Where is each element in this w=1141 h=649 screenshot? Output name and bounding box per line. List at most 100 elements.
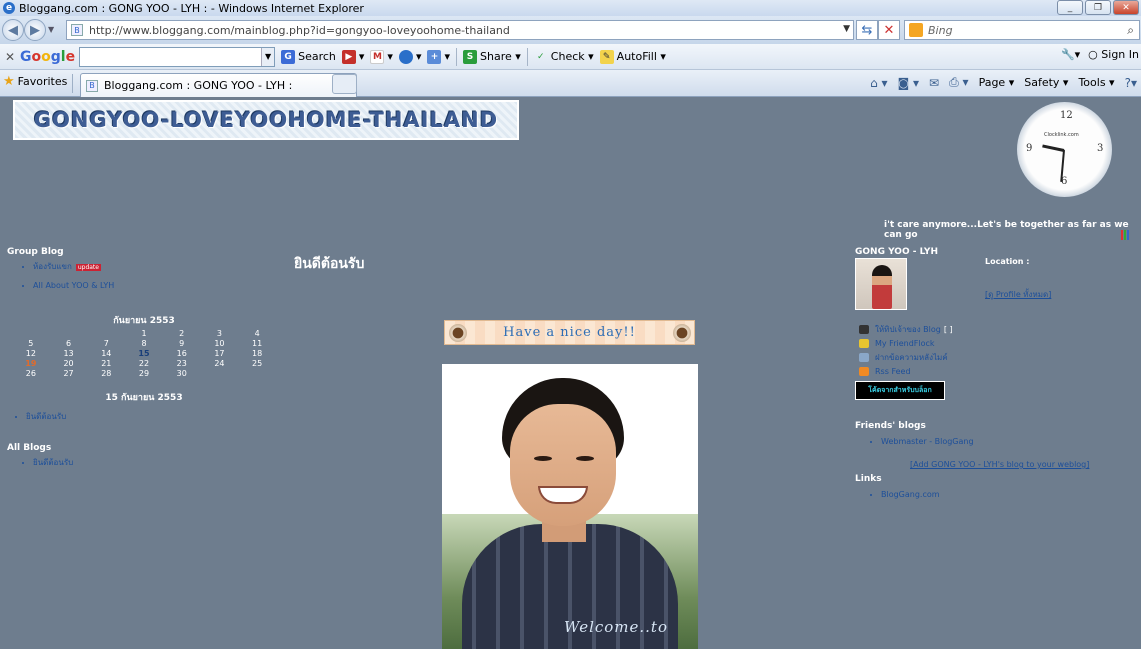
google-search-input[interactable]: ▼ (79, 46, 276, 67)
recent-pages-dropdown[interactable]: ▼ (48, 25, 54, 34)
right-sidebar: GONG YOO - LYH Location : [ดู Profile ทั… (855, 247, 1141, 499)
google-g-icon: G (281, 49, 296, 64)
list-item: My FriendFlock (859, 339, 953, 348)
all-blogs-link[interactable]: ยินดีต้อนรับ (33, 458, 73, 467)
mail-icon[interactable]: ✉ (929, 76, 939, 90)
calendar-day[interactable]: 28 (87, 369, 125, 378)
stats-bars-icon[interactable] (1121, 230, 1129, 240)
group-blog-list: ห้องรับแขกupdate All About YOO & LYH (33, 260, 277, 290)
calendar-day[interactable]: 10 (201, 339, 239, 348)
favorites-button[interactable]: ★ Favorites (3, 74, 67, 89)
clock-widget[interactable]: 12 3 6 9 Clocklink.com (1017, 102, 1112, 197)
calendar-day[interactable]: 11 (238, 339, 276, 348)
plus-button[interactable]: + ▾ (427, 49, 450, 64)
autofill-button[interactable]: ✎ AutoFill ▾ (599, 49, 666, 64)
back-arrow-icon: ◀ (8, 22, 18, 38)
calendar-day[interactable]: 22 (125, 359, 163, 368)
avatar[interactable] (855, 258, 907, 310)
help-icon[interactable]: ?▾ (1125, 76, 1137, 90)
entry-link[interactable]: ยินดีต้อนรับ (26, 412, 66, 421)
spellcheck-button[interactable]: ✓ Check ▾ (534, 50, 594, 64)
rss-icon (859, 367, 869, 376)
calendar-day[interactable]: 2 (163, 329, 201, 338)
calendar-day[interactable]: 8 (125, 339, 163, 348)
blog-banner[interactable]: GONGYOO-LOVEYOOHOME-THAILAND (13, 100, 519, 140)
calendar-grid: 1 2 3 4 5 6 7 8 9 10 11 12 13 14 15 16 17 18 19 20 21 22 23 24 2… (12, 329, 276, 378)
group-blog-link[interactable]: All About YOO & LYH (33, 281, 114, 290)
url-dropdown-icon[interactable]: ▼ (843, 24, 850, 34)
url-input[interactable]: B http://www.bloggang.com/mainblog.php?i… (66, 20, 854, 40)
calendar-day[interactable]: 7 (87, 339, 125, 348)
tab-favicon-icon: B (86, 79, 98, 92)
calendar-day[interactable]: 23 (163, 359, 201, 368)
calendar-day[interactable]: 25 (238, 359, 276, 368)
calendar-day[interactable]: 20 (50, 359, 88, 368)
calendar-day[interactable]: 19 (12, 359, 50, 368)
tools-menu[interactable]: Tools ▾ (1078, 76, 1114, 89)
feeds-icon[interactable]: ◙ ▾ (898, 76, 919, 90)
restore-button[interactable]: ❐ (1085, 0, 1111, 15)
sign-in-button[interactable]: ○ Sign In (1088, 48, 1139, 61)
calendar-day[interactable]: 16 (163, 349, 201, 358)
window-title: Bloggang.com : GONG YOO - LYH : - Window… (19, 1, 364, 15)
friend-blog-link[interactable]: Webmaster - BlogGang (881, 437, 974, 446)
calendar-day[interactable]: 6 (50, 339, 88, 348)
blog-code-button[interactable]: โค้ดจากสำหรับบล็อก (855, 381, 945, 400)
calendar-day[interactable]: 17 (201, 349, 239, 358)
search-icon[interactable]: ⌕ (1127, 23, 1134, 38)
calendar-day[interactable]: 13 (50, 349, 88, 358)
close-window-button[interactable]: ✕ (1113, 0, 1139, 15)
group-blog-link[interactable]: ห้องรับแขก (33, 262, 72, 271)
wrench-icon[interactable]: 🔧▾ (1061, 48, 1080, 61)
back-button[interactable]: ◀ (2, 19, 24, 41)
calendar-day[interactable]: 29 (125, 369, 163, 378)
toolbar-separator (526, 47, 528, 66)
calendar-day[interactable]: 5 (12, 339, 50, 348)
calendar-day[interactable]: 15 (125, 349, 163, 358)
list-item: ยินดีต้อนรับ (26, 410, 276, 423)
friendflock-link[interactable]: My FriendFlock (875, 339, 935, 348)
youtube-button[interactable]: ▶ ▾ (341, 49, 364, 64)
home-icon[interactable]: ⌂ ▾ (870, 76, 887, 90)
calendar-day[interactable]: 3 (201, 329, 239, 338)
add-blog-link[interactable]: [Add GONG YOO - LYH's blog to your weblo… (910, 460, 1089, 469)
command-bar: ⌂ ▾ ◙ ▾ ✉ ⎙ ▾ Page ▾ Safety ▾ Tools ▾ ?▾ (870, 75, 1137, 90)
tab-active[interactable]: B Bloggang.com : GONG YOO - LYH : (80, 73, 357, 97)
calendar-day[interactable]: 27 (50, 369, 88, 378)
external-link[interactable]: BlogGang.com (881, 490, 940, 499)
calendar-day[interactable]: 24 (201, 359, 239, 368)
page-menu[interactable]: Page ▾ (979, 76, 1015, 89)
calendar-day[interactable]: 12 (12, 349, 50, 358)
tip-owner-link[interactable]: ให้ทิปเจ้าของ Blog (875, 323, 941, 336)
gmail-button[interactable]: M ▾ (370, 49, 393, 64)
google-search-dropdown-icon[interactable]: ▼ (261, 47, 275, 66)
close-toolbar-icon[interactable]: ✕ (0, 50, 20, 64)
calendar-day[interactable]: 14 (87, 349, 125, 358)
links-list: BlogGang.com (881, 487, 1141, 507)
calendar-day[interactable]: 9 (163, 339, 201, 348)
new-tab-button[interactable] (332, 74, 357, 94)
calendar-day[interactable]: 1 (125, 329, 163, 338)
google-search-button[interactable]: G Search (281, 49, 336, 64)
safety-menu[interactable]: Safety ▾ (1024, 76, 1068, 89)
calendar-day (87, 329, 125, 338)
message-icon (859, 353, 869, 362)
share-button[interactable]: S Share ▾ (463, 49, 521, 64)
globe-button[interactable]: ▾ (398, 49, 421, 64)
window-titlebar: e Bloggang.com : GONG YOO - LYH : - Wind… (0, 0, 1141, 16)
profile-link[interactable]: [ดู Profile ทั้งหมด] (985, 288, 1051, 301)
rss-feed-link[interactable]: Rss Feed (875, 367, 911, 376)
calendar-day[interactable]: 4 (238, 329, 276, 338)
list-item: All About YOO & LYH (33, 281, 277, 290)
calendar-day[interactable]: 18 (238, 349, 276, 358)
calendar-day[interactable]: 30 (163, 369, 201, 378)
calendar-day[interactable]: 26 (12, 369, 50, 378)
private-message-link[interactable]: ฝากข้อความหลังไมค์ (875, 351, 948, 364)
calendar-day[interactable]: 21 (87, 359, 125, 368)
minimize-button[interactable]: _ (1057, 0, 1083, 15)
print-icon[interactable]: ⎙ ▾ (949, 75, 968, 90)
refresh-button[interactable]: ⇆ (856, 20, 878, 40)
stop-button[interactable]: ✕ (878, 20, 900, 40)
bing-search-input[interactable]: Bing ⌕ (904, 20, 1140, 40)
forward-button[interactable]: ▶ (24, 19, 46, 41)
